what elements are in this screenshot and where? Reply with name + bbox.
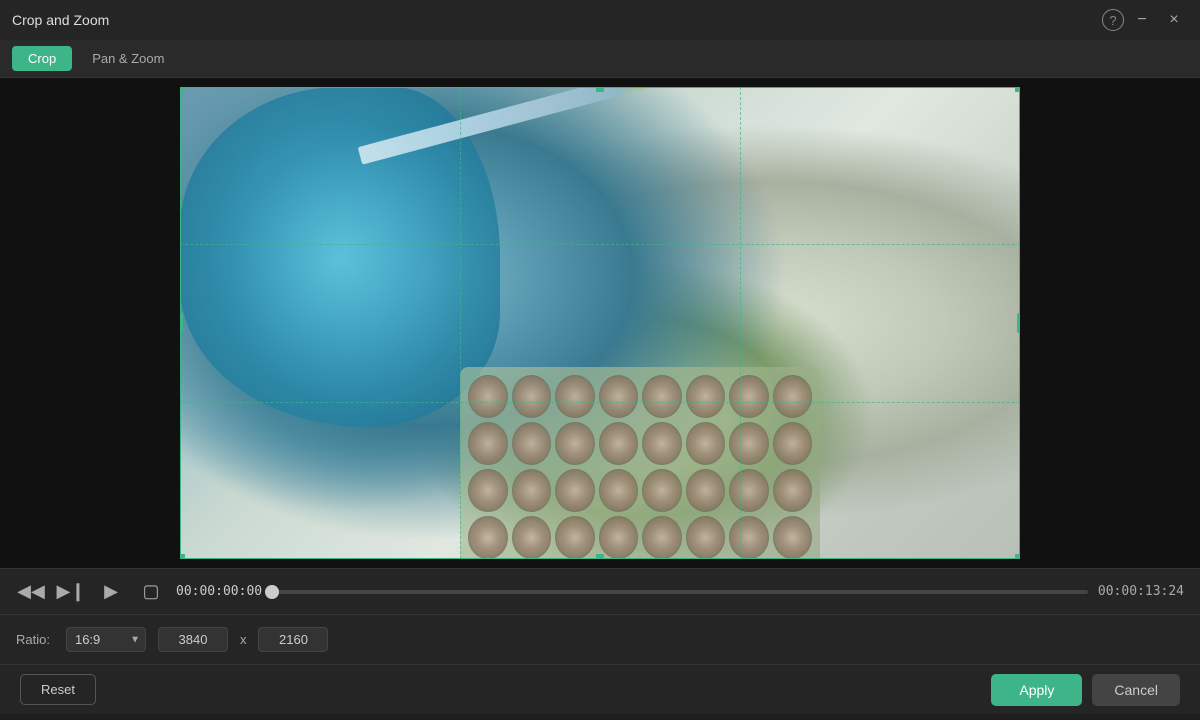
stop-button[interactable]: ▢ (136, 577, 166, 607)
tab-crop[interactable]: Crop (12, 46, 72, 71)
reset-button[interactable]: Reset (20, 674, 96, 705)
crop-controls: Ratio: 16:9 4:3 1:1 9:16 Custom ▼ x (0, 614, 1200, 664)
footer-buttons: Reset Apply Cancel (0, 664, 1200, 714)
play-button[interactable]: ▶ (96, 577, 126, 607)
tabs-bar: Crop Pan & Zoom (0, 40, 1200, 78)
tab-pan-zoom[interactable]: Pan & Zoom (76, 46, 180, 71)
time-end: 00:00:13:24 (1098, 584, 1184, 599)
ratio-select[interactable]: 16:9 4:3 1:1 9:16 Custom (66, 627, 146, 652)
footer-right: Apply Cancel (991, 674, 1180, 706)
progress-track[interactable] (272, 590, 1088, 594)
help-button[interactable]: ? (1102, 9, 1124, 31)
play-frame-button[interactable]: ▶❙ (56, 577, 86, 607)
video-area (0, 78, 1200, 568)
dimension-separator: x (240, 632, 247, 647)
step-back-button[interactable]: ◀◀ (16, 577, 46, 607)
transport-bar: ◀◀ ▶❙ ▶ ▢ 00:00:00:00 00:00:13:24 (0, 568, 1200, 614)
progress-thumb[interactable] (265, 585, 279, 599)
title-bar: Crop and Zoom ? − × (0, 0, 1200, 40)
minimize-button[interactable]: − (1128, 6, 1156, 34)
title-bar-left: Crop and Zoom (12, 12, 109, 28)
time-current: 00:00:00:00 (176, 584, 262, 599)
height-input[interactable] (258, 627, 328, 652)
cancel-button[interactable]: Cancel (1092, 674, 1180, 706)
ratio-wrapper: 16:9 4:3 1:1 9:16 Custom ▼ (66, 627, 146, 652)
ratio-label: Ratio: (16, 632, 50, 647)
title-controls: ? − × (1102, 6, 1188, 34)
apply-button[interactable]: Apply (991, 674, 1082, 706)
video-wellplate (460, 367, 820, 559)
width-input[interactable] (158, 627, 228, 652)
video-frame (180, 87, 1020, 559)
window-title: Crop and Zoom (12, 12, 109, 28)
close-button[interactable]: × (1160, 6, 1188, 34)
